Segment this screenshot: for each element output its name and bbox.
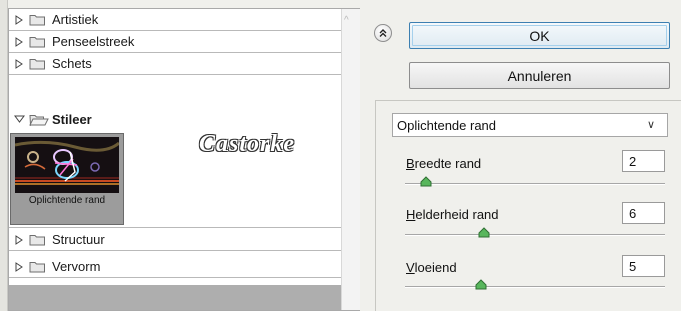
ok-button-label: OK xyxy=(529,27,550,44)
folder-icon xyxy=(29,35,49,48)
category-label: Vervorm xyxy=(52,259,101,274)
category-label: Structuur xyxy=(52,232,105,247)
category-structuur[interactable]: Structuur xyxy=(9,229,341,251)
folder-icon xyxy=(29,57,49,70)
double-chevron-up-icon xyxy=(379,29,387,37)
helderheid-rand-slider-thumb[interactable] xyxy=(478,227,490,238)
thumbnail-image xyxy=(15,137,119,193)
vloeiend-slider[interactable] xyxy=(405,286,665,288)
category-vervorm[interactable]: Vervorm xyxy=(9,256,341,278)
vloeiend-slider-thumb[interactable] xyxy=(475,279,487,290)
breedte-rand-input[interactable]: 2 xyxy=(622,150,665,172)
category-artistiek[interactable]: Artistiek xyxy=(9,9,341,31)
category-label: Penseelstreek xyxy=(52,34,135,49)
breedte-rand-slider-thumb[interactable] xyxy=(420,176,432,187)
helderheid-rand-slider[interactable] xyxy=(405,234,665,236)
param-label-breedte-rand: Breedte rand xyxy=(406,156,482,171)
category-penseelstreek[interactable]: Penseelstreek xyxy=(9,31,341,53)
expand-arrow-icon[interactable] xyxy=(9,261,29,272)
category-label: Stileer xyxy=(52,111,92,127)
vertical-scrollbar[interactable]: ^ xyxy=(341,9,360,310)
filter-thumbnail-area: Oplichtende rand Castorke xyxy=(9,131,341,228)
filter-select[interactable]: Oplichtende rand ∨ xyxy=(392,113,668,137)
category-stileer[interactable]: Stileer xyxy=(9,107,341,131)
expand-arrow-icon[interactable] xyxy=(9,58,29,69)
param-label-vloeiend: Vloeiend xyxy=(406,260,457,275)
folder-icon xyxy=(29,260,49,273)
collapse-arrow-icon[interactable] xyxy=(9,115,29,123)
filter-category-panel: Artistiek Penseelstreek Schets Stileer O… xyxy=(8,8,360,311)
collapse-panel-button[interactable] xyxy=(374,24,392,42)
list-empty-area xyxy=(9,285,341,310)
folder-icon xyxy=(29,233,49,246)
watermark-castorke: Castorke xyxy=(199,131,296,157)
scroll-up-icon[interactable]: ^ xyxy=(344,15,349,26)
ok-button[interactable]: OK xyxy=(409,22,670,49)
expand-arrow-icon[interactable] xyxy=(9,14,29,25)
vloeiend-input[interactable]: 5 xyxy=(622,255,665,277)
param-label-helderheid-rand: Helderheid rand xyxy=(406,207,499,222)
category-schets[interactable]: Schets xyxy=(9,53,341,75)
open-folder-icon xyxy=(29,113,49,126)
window-left-edge xyxy=(0,0,8,311)
helderheid-rand-input[interactable]: 6 xyxy=(622,202,665,224)
filter-select-value: Oplichtende rand xyxy=(397,117,497,133)
expand-arrow-icon[interactable] xyxy=(9,36,29,47)
expand-arrow-icon[interactable] xyxy=(9,234,29,245)
cancel-button-label: Annuleren xyxy=(507,67,572,84)
cancel-button[interactable]: Annuleren xyxy=(409,62,670,89)
breedte-rand-slider[interactable] xyxy=(405,183,665,185)
thumbnail-label: Oplichtende rand xyxy=(28,195,106,206)
chevron-down-icon: ∨ xyxy=(646,119,655,131)
category-label: Schets xyxy=(52,56,92,71)
category-label: Artistiek xyxy=(52,12,99,27)
filter-thumbnail-oplichtende-rand[interactable]: Oplichtende rand xyxy=(10,133,124,225)
folder-icon xyxy=(29,13,49,26)
